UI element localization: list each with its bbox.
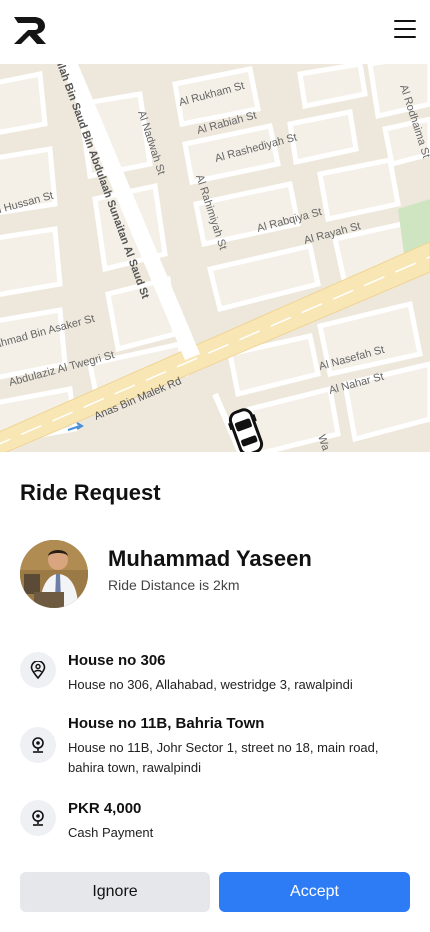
ride-distance: Ride Distance is 2km	[108, 577, 240, 593]
payment-method: Cash Payment	[68, 825, 154, 840]
app-logo[interactable]	[12, 14, 48, 46]
pickup-address: House no 306, Allahabad, westridge 3, ra…	[68, 677, 353, 692]
pickup-pin-icon	[20, 652, 56, 688]
pickup-title: House no 306	[68, 652, 166, 669]
ignore-button[interactable]: Ignore	[20, 872, 210, 912]
rider-avatar	[20, 540, 88, 608]
ride-request-title: Ride Request	[20, 480, 161, 505]
dropoff-pin-icon	[20, 727, 56, 763]
accept-button[interactable]: Accept	[219, 872, 410, 912]
pickup-location: House no 306 House no 306, Allahabad, we…	[20, 652, 410, 692]
dropoff-title: House no 11B, Bahria Town	[68, 715, 265, 732]
fare-info: PKR 4,000 Cash Payment	[20, 800, 410, 840]
app-header	[0, 0, 430, 64]
dropoff-location: House no 11B, Bahria Town House no 11B, …	[20, 715, 410, 775]
fare-amount: PKR 4,000	[68, 800, 142, 817]
hamburger-menu-icon[interactable]	[394, 20, 416, 40]
map-view[interactable]: Al Rukham St Al Rabiah St Al Rashediyah …	[0, 64, 430, 452]
fare-pin-icon	[20, 800, 56, 836]
dropoff-address: House no 11B, Johr Sector 1, street no 1…	[68, 740, 379, 775]
rider-name: Muhammad Yaseen	[108, 546, 312, 571]
